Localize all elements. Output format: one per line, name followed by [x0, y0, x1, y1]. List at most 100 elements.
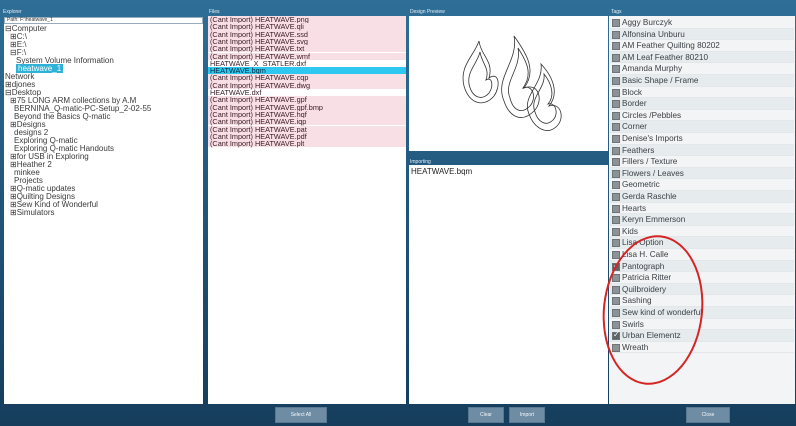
- tag-row[interactable]: Urban Elementz: [610, 330, 794, 342]
- tag-row[interactable]: Lisa H. Calle: [610, 249, 794, 261]
- tag-label: Hearts: [622, 203, 647, 213]
- tag-label: Corner: [622, 122, 648, 132]
- tag-row[interactable]: Feathers: [610, 144, 794, 157]
- tag-checkbox[interactable]: [612, 261, 620, 271]
- tag-checkbox[interactable]: [612, 19, 620, 27]
- tag-checkbox[interactable]: [612, 239, 620, 248]
- tag-row[interactable]: Amanda Murphy: [610, 63, 794, 75]
- tag-checkbox[interactable]: [612, 123, 620, 132]
- tag-row[interactable]: Border: [610, 98, 794, 110]
- tag-checkbox[interactable]: [612, 309, 620, 317]
- tag-checkbox[interactable]: [612, 251, 620, 259]
- tag-label: Flowers / Leaves: [622, 168, 684, 178]
- tag-row[interactable]: Basic Shape / Frame: [610, 75, 794, 87]
- tag-label: Circles /Pebbles: [622, 110, 682, 120]
- tag-row[interactable]: AM Feather Quilting 80202: [610, 40, 794, 52]
- tag-row[interactable]: Wreath: [610, 342, 794, 354]
- tag-checkbox[interactable]: [612, 158, 620, 167]
- clear-button[interactable]: Clear: [468, 407, 504, 423]
- flame-design-drawing: [462, 35, 562, 131]
- tag-checkbox[interactable]: [612, 100, 620, 109]
- tag-row[interactable]: Sew kind of wonderful: [610, 307, 794, 319]
- tag-row[interactable]: Kids: [610, 226, 794, 238]
- tag-label: Keryn Emmerson: [622, 215, 686, 225]
- tag-checkbox[interactable]: [612, 146, 620, 155]
- tag-checkbox[interactable]: [612, 169, 620, 178]
- tag-checkbox[interactable]: [612, 343, 620, 352]
- files-list: (Cant Import) HEATWAVE.png (Cant Import)…: [208, 16, 406, 404]
- tag-row[interactable]: Sashing: [610, 295, 794, 307]
- tag-checkbox[interactable]: [612, 204, 620, 213]
- tag-row[interactable]: Keryn Emmerson: [610, 214, 794, 226]
- tag-label: Feathers: [622, 145, 655, 155]
- tag-checkbox[interactable]: [612, 53, 620, 62]
- select-all-button[interactable]: Select All: [275, 407, 327, 423]
- tag-row[interactable]: Lisa Option: [610, 237, 794, 249]
- tag-label: Block: [622, 87, 643, 97]
- tag-label: Lisa Option: [622, 238, 664, 248]
- tag-label: AM Leaf Feather 80210: [622, 52, 709, 62]
- importing-file: HEATWAVE.bqm: [411, 167, 473, 176]
- tag-label: Fillers / Texture: [622, 157, 678, 167]
- tag-checkbox[interactable]: [612, 274, 620, 283]
- tree-item-folder[interactable]: ⊞Simulators: [10, 208, 55, 217]
- tag-label: Sashing: [622, 296, 652, 306]
- tag-label: Wreath: [622, 342, 649, 352]
- tag-row[interactable]: Flowers / Leaves: [610, 167, 794, 180]
- close-button[interactable]: Close: [686, 407, 730, 423]
- tag-checkbox[interactable]: [612, 216, 620, 225]
- tag-row[interactable]: Pantograph: [610, 260, 794, 273]
- tag-row[interactable]: Geometric: [610, 179, 794, 191]
- tag-checkbox[interactable]: [612, 193, 620, 201]
- design-preview: [409, 16, 608, 151]
- tag-label: Pantograph: [622, 261, 665, 271]
- design-preview-label: Design Preview: [410, 9, 445, 15]
- file-row[interactable]: (Cant Import) HEATWAVE.plt: [208, 140, 406, 147]
- tag-checkbox[interactable]: [612, 320, 620, 329]
- tag-checkbox[interactable]: [612, 181, 620, 190]
- tag-checkbox[interactable]: [612, 227, 620, 236]
- tag-row[interactable]: Gerda Raschle: [610, 191, 794, 203]
- tag-checkbox[interactable]: [612, 111, 620, 120]
- tag-label: Quilbroidery: [622, 284, 667, 294]
- tag-row[interactable]: Corner: [610, 121, 794, 133]
- tag-row[interactable]: Swirls: [610, 319, 794, 331]
- tag-label: Swirls: [622, 319, 644, 329]
- tag-row[interactable]: Alfonsina Unburu: [610, 28, 794, 41]
- tag-checkbox[interactable]: [612, 285, 620, 294]
- import-button[interactable]: Import: [509, 407, 545, 423]
- tag-checkbox[interactable]: [612, 330, 620, 341]
- tag-checkbox[interactable]: [612, 42, 620, 51]
- tag-row[interactable]: Aggy Burczyk: [610, 17, 794, 29]
- tags-list: Aggy Burczyk Alfonsina Unburu AM Feather Q…: [609, 16, 795, 404]
- tag-label: Amanda Murphy: [622, 64, 683, 74]
- tag-row[interactable]: Quilbroidery: [610, 283, 794, 296]
- path-field: Path: F:\heatwave_1: [4, 17, 203, 24]
- tag-label: Kids: [622, 226, 638, 236]
- tag-label: Sew kind of wonderful: [622, 308, 703, 317]
- tag-label: Denise's Imports: [622, 134, 683, 143]
- tag-label: Geometric: [622, 180, 660, 190]
- tag-label: Gerda Raschle: [622, 192, 677, 201]
- tag-row[interactable]: Patricia Ritter: [610, 272, 794, 284]
- tag-label: Basic Shape / Frame: [622, 76, 699, 85]
- tag-label: Patricia Ritter: [622, 273, 672, 283]
- tag-label: Lisa H. Calle: [622, 250, 669, 259]
- tag-checkbox[interactable]: [612, 30, 620, 39]
- tag-row[interactable]: Fillers / Texture: [610, 156, 794, 168]
- explorer-tree: ⊟Computer ⊞C:\ ⊞E:\ ⊟F:\ System Volume I…: [4, 24, 203, 404]
- tag-label: Alfonsina Unburu: [622, 29, 685, 39]
- tag-checkbox[interactable]: [612, 77, 620, 85]
- tag-row[interactable]: Denise's Imports: [610, 133, 794, 145]
- tag-row[interactable]: AM Leaf Feather 80210: [610, 51, 794, 64]
- tag-row[interactable]: Circles /Pebbles: [610, 110, 794, 122]
- tag-checkbox[interactable]: [612, 297, 620, 306]
- tag-checkbox[interactable]: [612, 88, 620, 97]
- explorer-label: Explorer: [3, 9, 22, 15]
- tag-row[interactable]: Hearts: [610, 203, 794, 215]
- tags-label: Tags: [611, 9, 622, 15]
- importing-panel: HEATWAVE.bqm: [409, 165, 608, 404]
- tag-checkbox[interactable]: [612, 65, 620, 74]
- tag-row[interactable]: Block: [610, 87, 794, 99]
- tag-checkbox[interactable]: [612, 135, 620, 143]
